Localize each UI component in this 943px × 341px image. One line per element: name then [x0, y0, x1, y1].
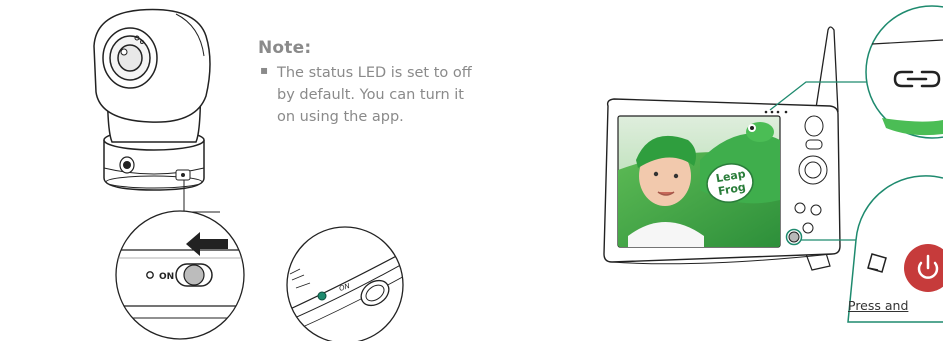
monitor-button-c[interactable]: [802, 222, 814, 234]
note-item: ▪ The status LED is set to off by defaul…: [258, 62, 488, 128]
note-title: Note:: [258, 38, 312, 58]
monitor-button-b[interactable]: [810, 204, 822, 216]
monitor-menu-button[interactable]: [805, 139, 823, 150]
note-box: Note: ▪ The status LED is set to off by …: [258, 38, 488, 128]
note-text: The status LED is set to off by default.…: [277, 65, 472, 125]
press-and-label: Press and: [848, 298, 909, 313]
bullet-icon: ▪: [260, 63, 269, 77]
switch-on-label: ON: [159, 272, 174, 282]
monitor-power-button[interactable]: [788, 231, 800, 243]
switch-closeup: ON: [115, 210, 245, 340]
led-closeup: ON: [286, 226, 404, 341]
monitor-logo-button[interactable]: [804, 115, 824, 137]
monitor-button-a[interactable]: [794, 202, 806, 214]
camera-illustration: [93, 8, 220, 213]
link-callout: [865, 5, 943, 139]
status-led-icon: [317, 291, 327, 301]
monitor-ok-button[interactable]: [804, 161, 822, 179]
monitor-illustration: Leap Frog: [603, 26, 841, 271]
